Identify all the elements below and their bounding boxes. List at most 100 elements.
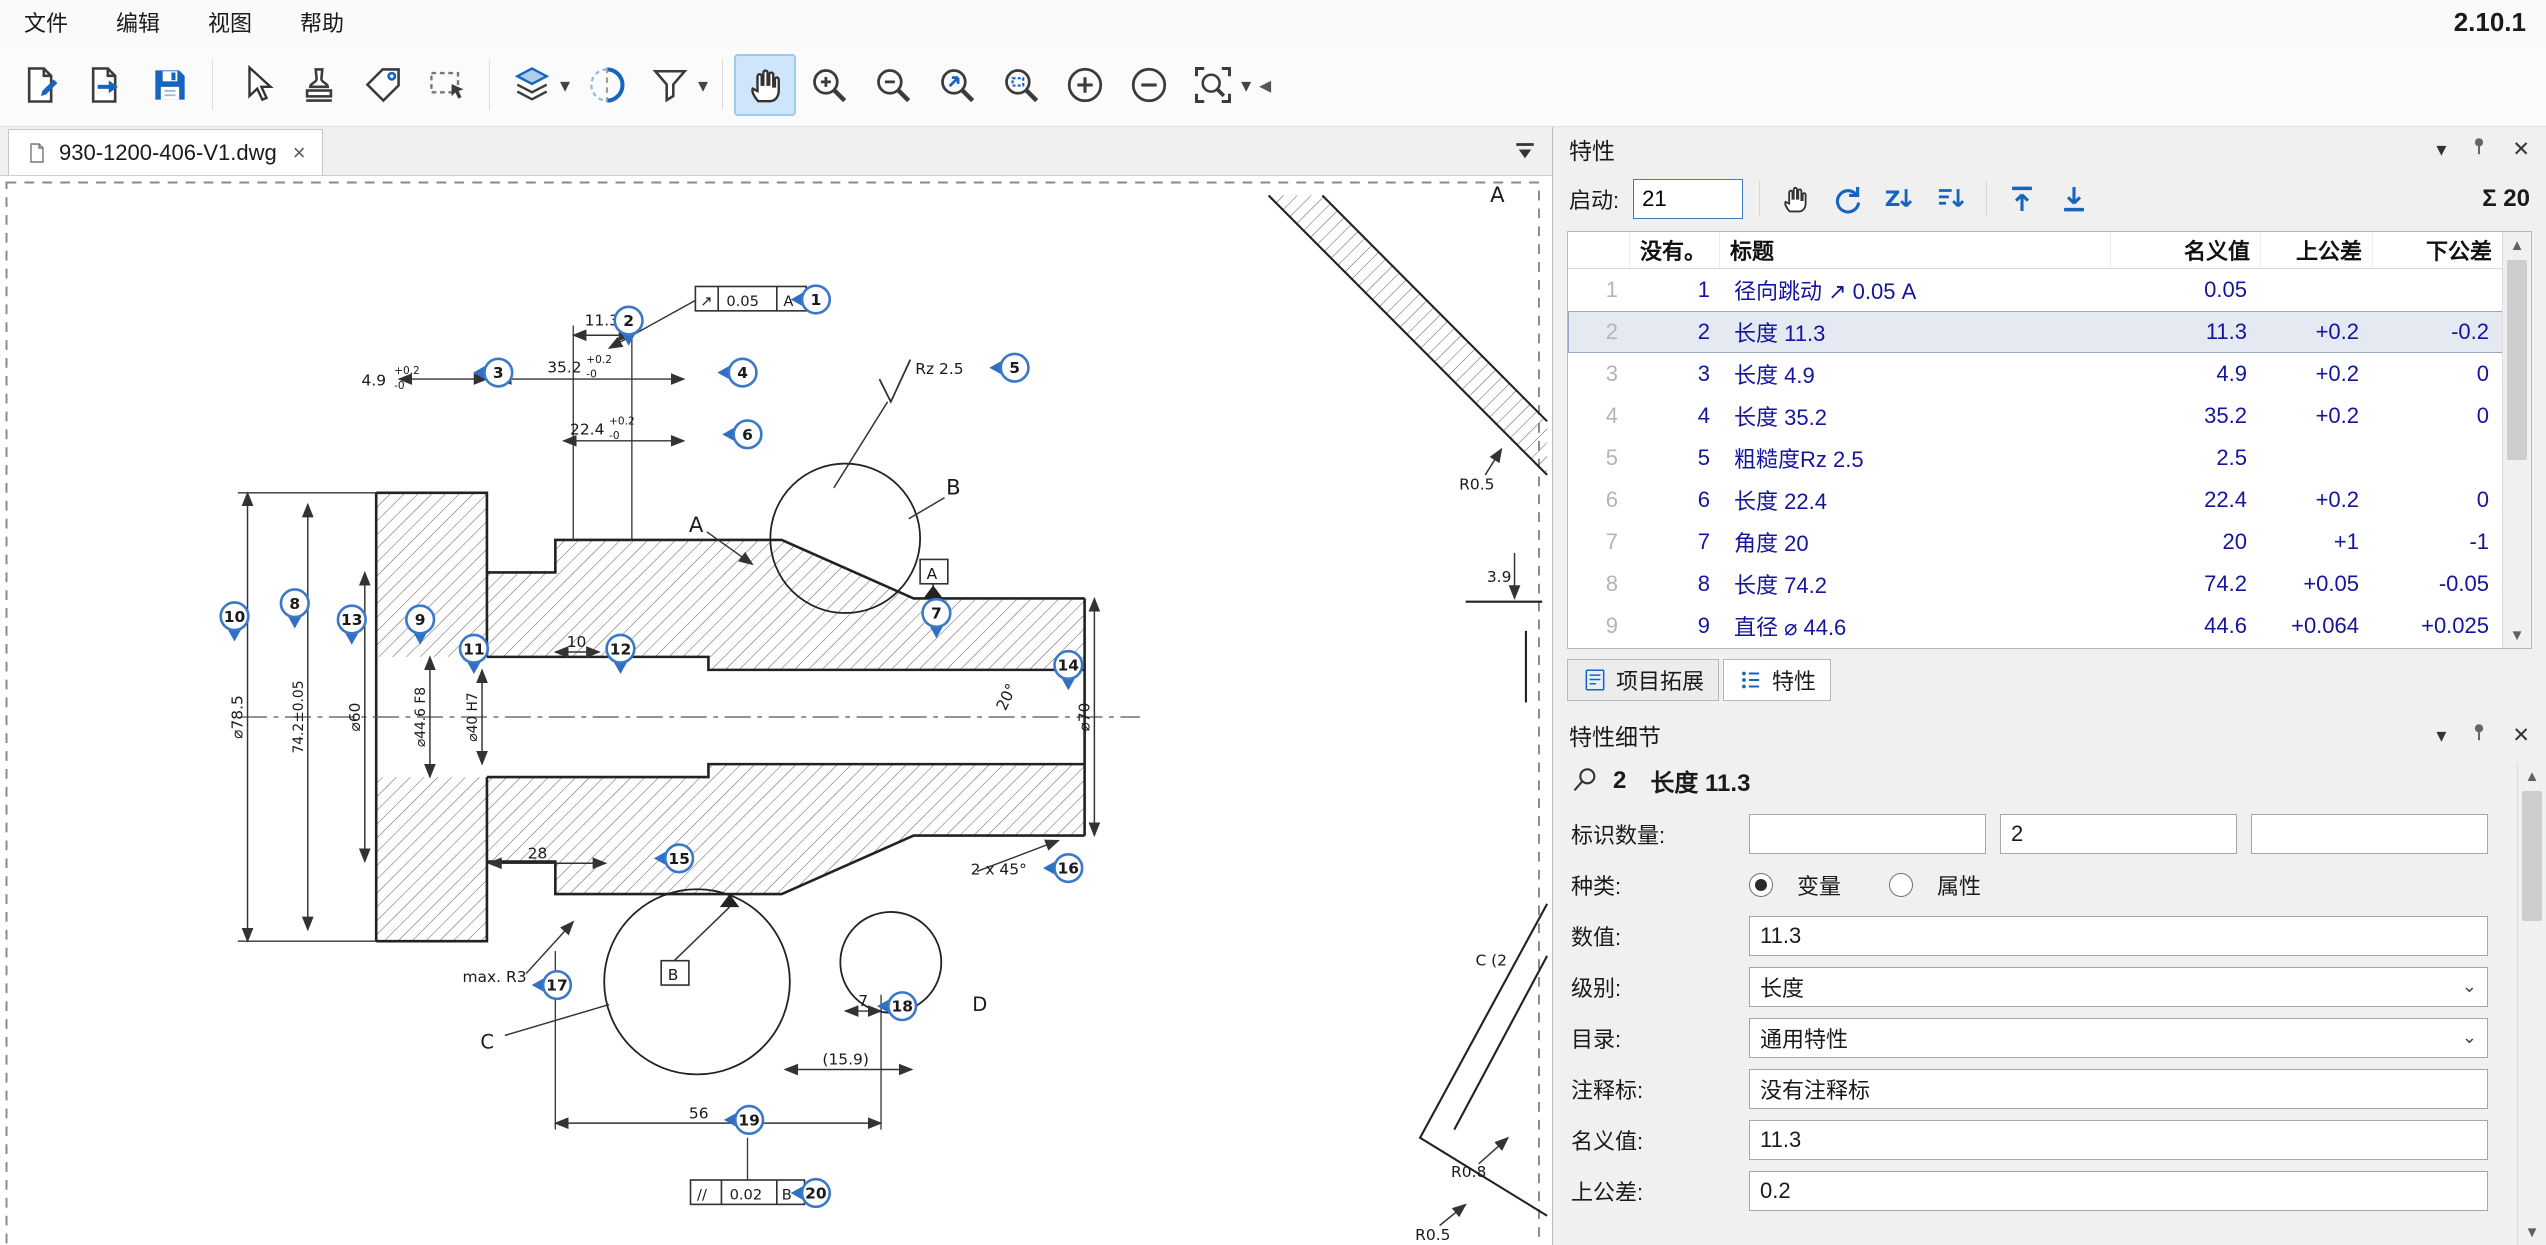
c-up: +0.2 [2261, 403, 2373, 429]
upper-tolerance-input[interactable]: 0.2 [1749, 1171, 2488, 1211]
characteristic-row[interactable]: 77角度 2020+1-1 [1568, 521, 2503, 563]
filter-button[interactable] [639, 54, 701, 116]
level-select[interactable]: 长度⌄ [1749, 967, 2488, 1007]
zoom-increase-button[interactable] [1054, 54, 1116, 116]
menu-item[interactable]: 编辑 [92, 6, 184, 38]
toolbar-separator [722, 60, 723, 110]
kind-radio-变量[interactable] [1749, 873, 1773, 897]
sort-z-icon[interactable]: Z [1880, 180, 1918, 218]
move-top-icon[interactable] [2003, 180, 2041, 218]
move-bottom-icon[interactable] [2055, 180, 2093, 218]
drawing-canvas[interactable]: 11.34.9+0.2-035.2+0.2-0Rz 2.522.4+0.2-0B… [0, 176, 1552, 1245]
col-upper[interactable]: 上公差 [2261, 232, 2373, 268]
stamp-button[interactable] [288, 54, 350, 116]
marquee-select-button[interactable] [416, 54, 478, 116]
category-select[interactable]: 通用特性⌄ [1749, 1018, 2488, 1058]
svg-text:16: 16 [1058, 860, 1080, 878]
chevron-down-icon[interactable]: ⌄ [2462, 1027, 2477, 1048]
marquee-select-icon [425, 63, 469, 107]
scroll-up-arrow[interactable]: ▲ [2518, 763, 2546, 789]
menu-bar: 文件编辑视图帮助 2.10.1 [0, 0, 2546, 44]
layers-button[interactable] [501, 54, 563, 116]
scroll-down-arrow[interactable]: ▼ [2518, 1219, 2546, 1245]
details-scrollbar[interactable]: ▲ ▼ [2517, 763, 2546, 1245]
zoom-previous-button[interactable] [926, 54, 988, 116]
scroll-up-arrow[interactable]: ▲ [2503, 232, 2531, 258]
characteristic-row[interactable]: 99直径 ⌀ 44.644.6+0.064+0.025 [1568, 605, 2503, 647]
characteristic-row[interactable]: 33长度 4.94.9+0.20 [1568, 353, 2503, 395]
id-count-input-3[interactable] [2251, 814, 2488, 854]
value-input[interactable]: 11.3 [1749, 916, 2488, 956]
panel-dropdown-icon[interactable]: ▾ [2436, 137, 2446, 162]
tab-close-icon[interactable]: × [287, 140, 306, 166]
col-number[interactable]: 没有。 [1630, 232, 1720, 268]
panel-tab-项目拓展[interactable]: 项目拓展 [1567, 659, 1719, 701]
characteristic-row[interactable]: 88长度 74.274.2+0.05-0.05 [1568, 563, 2503, 605]
menu-item[interactable]: 帮助 [276, 6, 368, 38]
panel-dropdown-icon[interactable]: ▾ [2436, 723, 2446, 748]
document-tab[interactable]: 930-1200-406-V1.dwg × [8, 129, 323, 175]
svg-text:18: 18 [891, 998, 913, 1016]
menu-items: 文件编辑视图帮助 [0, 6, 368, 38]
chevron-down-icon[interactable]: ⌄ [2462, 976, 2477, 997]
toolbar-collapse-arrow[interactable]: ◂ [1259, 71, 1271, 100]
characteristic-row[interactable]: 44长度 35.235.2+0.20 [1568, 395, 2503, 437]
panel-close-icon[interactable]: ✕ [2512, 723, 2530, 748]
panel-pin-icon[interactable] [2468, 721, 2490, 749]
col-lower[interactable]: 下公差 [2373, 232, 2503, 268]
toolbar-separator [489, 60, 490, 110]
refresh-icon[interactable] [1828, 180, 1866, 218]
scroll-down-arrow[interactable]: ▼ [2503, 622, 2531, 648]
filter-dropdown-icon[interactable]: ▾ [698, 73, 708, 98]
characteristic-row[interactable]: 22长度 11.311.3+0.2-0.2 [1568, 311, 2503, 353]
panel-pin-icon[interactable] [2468, 135, 2490, 163]
table-scrollbar[interactable]: ▲ ▼ [2502, 232, 2531, 648]
compare-half-button[interactable] [575, 54, 637, 116]
layers-dropdown-icon[interactable]: ▾ [560, 73, 570, 98]
zoom-out-button[interactable] [862, 54, 924, 116]
id-count-input-2[interactable]: 2 [2000, 814, 2237, 854]
panel-close-icon[interactable]: ✕ [2512, 137, 2530, 162]
tab-list-button[interactable] [1510, 137, 1540, 167]
sort-list-icon[interactable] [1932, 180, 1970, 218]
annotation-input[interactable]: 没有注释标 [1749, 1069, 2488, 1109]
zoom-fit-dropdown-icon[interactable]: ▾ [1241, 73, 1251, 98]
pan-button[interactable] [734, 54, 796, 116]
c-num: 1 [1630, 277, 1720, 303]
id-count-label: 标识数量: [1571, 818, 1749, 850]
kind-label: 种类: [1571, 869, 1749, 901]
zoom-decrease-button[interactable] [1118, 54, 1180, 116]
characteristic-row[interactable]: 11径向跳动 ↗ 0.05 A0.05 [1568, 269, 2503, 311]
col-nominal[interactable]: 名义值 [2111, 232, 2261, 268]
kind-radio-label: 变量 [1797, 869, 1841, 901]
start-input[interactable] [1633, 179, 1743, 219]
nominal-input[interactable]: 11.3 [1749, 1120, 2488, 1160]
save-button[interactable] [139, 54, 201, 116]
dimension-label: C [480, 1030, 494, 1053]
level-label: 级别: [1571, 971, 1749, 1003]
new-document-button[interactable] [11, 54, 73, 116]
tag-button[interactable] [352, 54, 414, 116]
zoom-selection-button[interactable] [990, 54, 1052, 116]
pan-tool-icon[interactable] [1776, 180, 1814, 218]
panel-tab-特性[interactable]: 特性 [1723, 659, 1831, 701]
panel-tab-label: 特性 [1772, 664, 1816, 696]
select-cursor-button[interactable] [224, 54, 286, 116]
characteristic-row[interactable]: 66长度 22.422.4+0.20 [1568, 479, 2503, 521]
open-document-button[interactable] [75, 54, 137, 116]
characteristic-row[interactable]: 55粗糙度Rz 2.52.5 [1568, 437, 2503, 479]
zoom-fit-button[interactable] [1182, 54, 1244, 116]
menu-item[interactable]: 视图 [184, 6, 276, 38]
toolbar-separator [212, 60, 213, 110]
dimension-label: A [689, 512, 704, 537]
tag-icon [361, 63, 405, 107]
zoom-in-button[interactable] [798, 54, 860, 116]
col-title[interactable]: 标题 [1720, 232, 2111, 268]
c-up: +0.064 [2261, 613, 2373, 639]
c-idx: 6 [1568, 487, 1630, 513]
properties-panel-header: 特性 ▾ ✕ [1553, 127, 2546, 171]
kind-radio-属性[interactable] [1889, 873, 1913, 897]
menu-item[interactable]: 文件 [0, 6, 92, 38]
dimension-label: +0.2 [609, 416, 635, 428]
id-count-input-1[interactable] [1749, 814, 1986, 854]
